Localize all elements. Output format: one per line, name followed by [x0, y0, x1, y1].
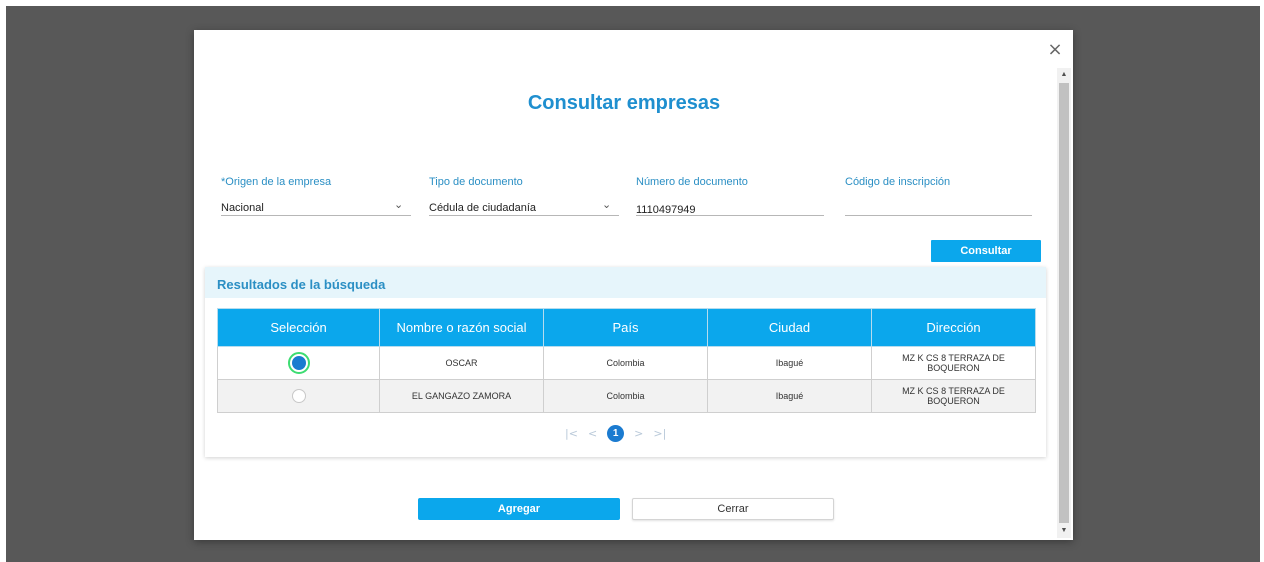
- row-select-radio[interactable]: [291, 389, 306, 403]
- seleccion-cell: [217, 346, 380, 380]
- pais-cell: Colombia: [543, 346, 708, 380]
- ciudad-cell: Ibagué: [707, 346, 872, 380]
- prev-page-icon[interactable]: <: [588, 427, 597, 440]
- current-page-button[interactable]: 1: [607, 424, 625, 442]
- table-header-row: Selección Nombre o razón social País Ciu…: [217, 308, 1036, 347]
- ciudad-cell: Ibagué: [707, 379, 872, 413]
- direccion-cell: MZ K CS 8 TERRAZA DE BOQUERON: [871, 346, 1036, 380]
- consultar-button[interactable]: Consultar: [931, 240, 1041, 262]
- numero-documento-underline: [636, 215, 824, 216]
- scroll-thumb[interactable]: [1059, 83, 1069, 523]
- origen-select-value[interactable]: Nacional: [221, 202, 264, 214]
- vertical-scrollbar[interactable]: ▲ ▼: [1057, 68, 1071, 538]
- scroll-down-arrow-icon[interactable]: ▼: [1057, 524, 1071, 538]
- tipo-documento-select-value[interactable]: Cédula de ciudadanía: [429, 202, 536, 214]
- results-title: Resultados de la búsqueda: [217, 277, 386, 292]
- consultar-empresas-dialog: × ▲ ▼ Consultar empresas *Origen de la e…: [194, 30, 1073, 540]
- first-page-icon[interactable]: |<: [565, 427, 578, 440]
- close-icon[interactable]: ×: [1046, 41, 1064, 59]
- chevron-down-icon[interactable]: ⌄: [394, 198, 403, 211]
- seleccion-cell: [217, 379, 380, 413]
- codigo-inscripcion-underline: [845, 215, 1032, 216]
- column-header-nombre: Nombre o razón social: [379, 308, 544, 347]
- column-header-direccion: Dirección: [871, 308, 1036, 347]
- results-table: Selección Nombre o razón social País Ciu…: [217, 308, 1036, 413]
- cerrar-button[interactable]: Cerrar: [632, 498, 834, 520]
- last-page-icon[interactable]: >|: [653, 427, 666, 440]
- row-select-radio[interactable]: [287, 352, 310, 374]
- table-row[interactable]: EL GANGAZO ZAMORA Colombia Ibagué MZ K C…: [217, 379, 1036, 413]
- origen-label: *Origen de la empresa: [221, 176, 332, 188]
- numero-documento-label: Número de documento: [636, 176, 748, 188]
- results-header: Resultados de la búsqueda: [205, 267, 1046, 298]
- column-header-pais: País: [543, 308, 708, 347]
- scroll-up-arrow-icon[interactable]: ▲: [1057, 68, 1071, 82]
- origen-select-underline: [221, 215, 411, 216]
- tipo-documento-underline: [429, 215, 619, 216]
- tipo-documento-label: Tipo de documento: [429, 176, 523, 188]
- nombre-cell: EL GANGAZO ZAMORA: [379, 379, 544, 413]
- results-panel: Resultados de la búsqueda Selección Nomb…: [205, 267, 1046, 457]
- table-row[interactable]: OSCAR Colombia Ibagué MZ K CS 8 TERRAZA …: [217, 346, 1036, 380]
- codigo-inscripcion-label: Código de inscripción: [845, 176, 951, 188]
- nombre-cell: OSCAR: [379, 346, 544, 380]
- pais-cell: Colombia: [543, 379, 708, 413]
- chevron-down-icon[interactable]: ⌄: [602, 198, 611, 211]
- next-page-icon[interactable]: >: [634, 427, 643, 440]
- pagination: |< < 1 > >|: [565, 424, 666, 442]
- direccion-cell: MZ K CS 8 TERRAZA DE BOQUERON: [871, 379, 1036, 413]
- column-header-ciudad: Ciudad: [707, 308, 872, 347]
- agregar-button[interactable]: Agregar: [418, 498, 620, 520]
- dialog-title: Consultar empresas: [527, 92, 721, 114]
- column-header-seleccion: Selección: [217, 308, 380, 347]
